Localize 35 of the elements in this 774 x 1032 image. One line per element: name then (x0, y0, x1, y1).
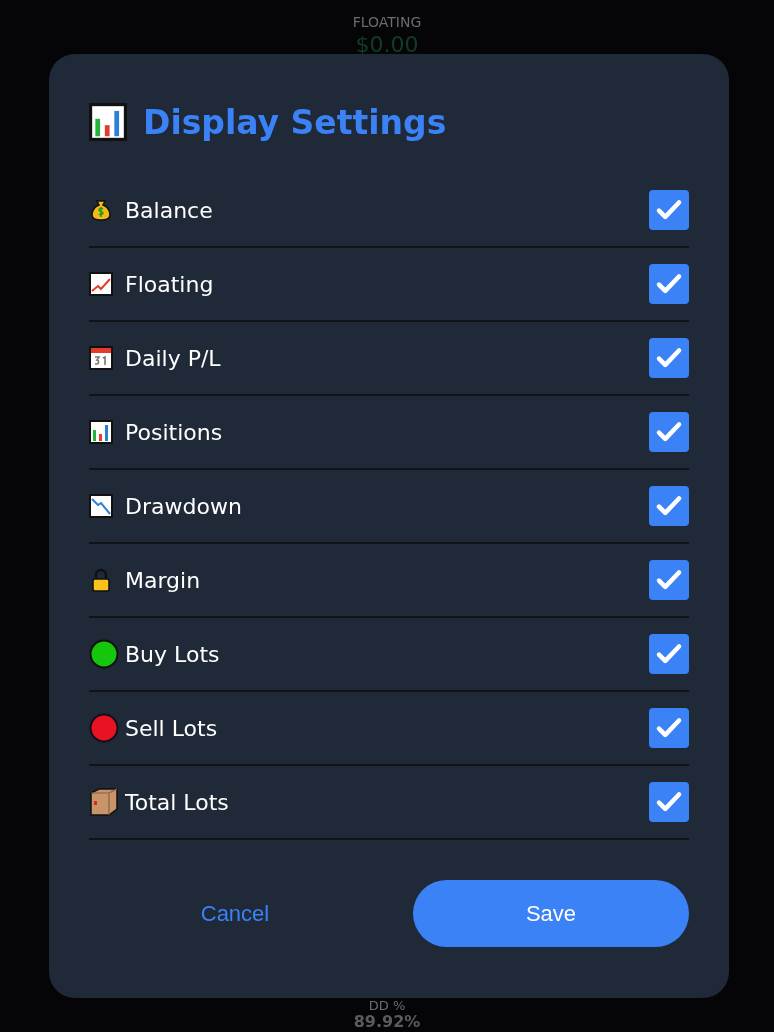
option-label: Drawdown (125, 492, 242, 521)
stat-value: $0.00 (355, 31, 419, 59)
stat-label: FLOATING (352, 13, 422, 31)
option-label: Daily P/L (125, 344, 221, 373)
bar-chart-icon (89, 103, 127, 141)
package-icon (89, 787, 119, 817)
checkbox[interactable] (649, 338, 689, 378)
circle-icon (89, 639, 119, 669)
cancel-button[interactable]: Cancel (89, 880, 381, 947)
option-label: Balance (125, 196, 213, 225)
checkbox[interactable] (649, 190, 689, 230)
checkbox[interactable] (649, 634, 689, 674)
stat-label: DD % (368, 998, 406, 1013)
circle-icon (89, 713, 119, 743)
checkbox[interactable] (649, 486, 689, 526)
dialog-title: Display Settings (143, 105, 447, 139)
option-label: Floating (125, 270, 214, 299)
checkbox[interactable] (649, 412, 689, 452)
option-label: Buy Lots (125, 640, 220, 669)
checkbox[interactable] (649, 782, 689, 822)
option-label: Total Lots (125, 788, 229, 817)
option-label: Margin (125, 566, 201, 595)
save-button[interactable]: Save (413, 880, 689, 947)
calendar-icon (89, 346, 113, 370)
checkbox[interactable] (649, 708, 689, 748)
line-chart-down-icon (89, 494, 113, 518)
line-chart-up-icon (89, 272, 113, 296)
stat-value: 89.92% (353, 1013, 421, 1031)
money-bag-icon (89, 198, 113, 222)
option-label: Sell Lots (125, 714, 218, 743)
padlock-icon (89, 568, 113, 592)
checkbox[interactable] (649, 264, 689, 304)
option-label: Positions (125, 418, 223, 447)
checkbox[interactable] (649, 560, 689, 600)
bar-chart-icon (89, 420, 113, 444)
